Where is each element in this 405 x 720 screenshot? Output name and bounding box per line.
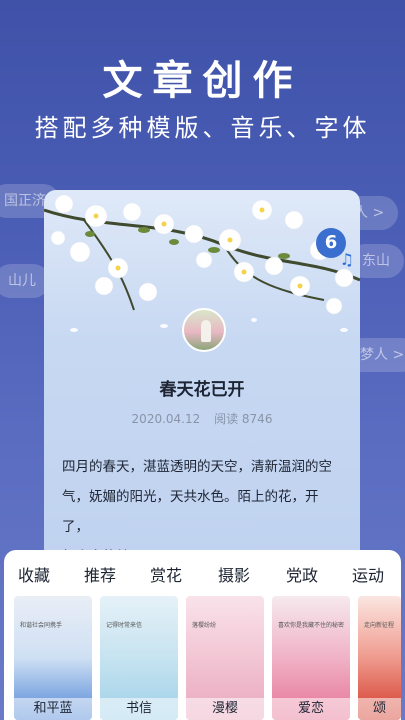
template-label: 和平蓝 — [14, 698, 92, 720]
template-title: 和谐社会同携手 — [20, 622, 63, 629]
tab-recommended[interactable]: 推荐 — [84, 562, 116, 586]
article-meta: 2020.04.12 阅读 8746 — [44, 410, 360, 427]
tab-photography[interactable]: 摄影 — [218, 562, 250, 586]
hero-subtitle: 搭配多种模版、音乐、字体 — [34, 114, 371, 142]
background-chip: 山儿 — [0, 264, 50, 298]
article-title: 春天花已开 — [159, 380, 245, 400]
category-tabs: 收藏 推荐 赏花 摄影 党政 运动 — [4, 562, 401, 588]
template-label: 爱恋 — [272, 698, 350, 720]
template-label: 书信 — [100, 698, 178, 720]
template-picker-sheet: 收藏 推荐 赏花 摄影 党政 运动 和谐社会同携手 和平蓝 记得时常来信 书信 … — [4, 550, 401, 720]
avatar — [182, 308, 226, 352]
template-card[interactable]: 落樱纷纷 漫樱 — [186, 596, 264, 720]
template-title: 喜欢你是我藏不住的秘密 — [278, 622, 345, 629]
template-card[interactable]: 走向新征程 颂 — [358, 596, 401, 720]
article-reads: 阅读 8746 — [214, 412, 273, 426]
template-label: 颂 — [358, 698, 401, 720]
template-title: 记得时常来信 — [106, 622, 143, 629]
article-preview-card[interactable]: 6 ♫ 春天花已开 2020.04.12 阅读 8746 四月的春天，湛蓝透明的… — [44, 190, 360, 570]
template-title: 走向新征程 — [364, 622, 395, 629]
music-note-icon: ♫ — [339, 250, 354, 269]
template-card[interactable]: 喜欢你是我藏不住的秘密 爱恋 — [272, 596, 350, 720]
article-date: 2020.04.12 — [131, 412, 201, 426]
tab-sports[interactable]: 运动 — [352, 562, 384, 586]
tab-politics[interactable]: 党政 — [286, 562, 318, 586]
template-title: 落樱纷纷 — [192, 622, 217, 629]
article-body-line: 气，妩媚的阳光，天共水色。陌上的花，开了， — [62, 489, 319, 535]
tab-favorites[interactable]: 收藏 — [18, 562, 50, 586]
tab-flowers[interactable]: 赏花 — [150, 562, 182, 586]
article-body-line: 四月的春天，湛蓝透明的天空，清新温润的空 — [62, 459, 332, 475]
template-card[interactable]: 记得时常来信 书信 — [100, 596, 178, 720]
hero-title: 文章创作 — [102, 57, 303, 104]
template-card[interactable]: 和谐社会同携手 和平蓝 — [14, 596, 92, 720]
template-label: 漫樱 — [186, 698, 264, 720]
template-list: 和谐社会同携手 和平蓝 记得时常来信 书信 落樱纷纷 漫樱 喜欢你是我藏不住的秘… — [14, 596, 405, 720]
